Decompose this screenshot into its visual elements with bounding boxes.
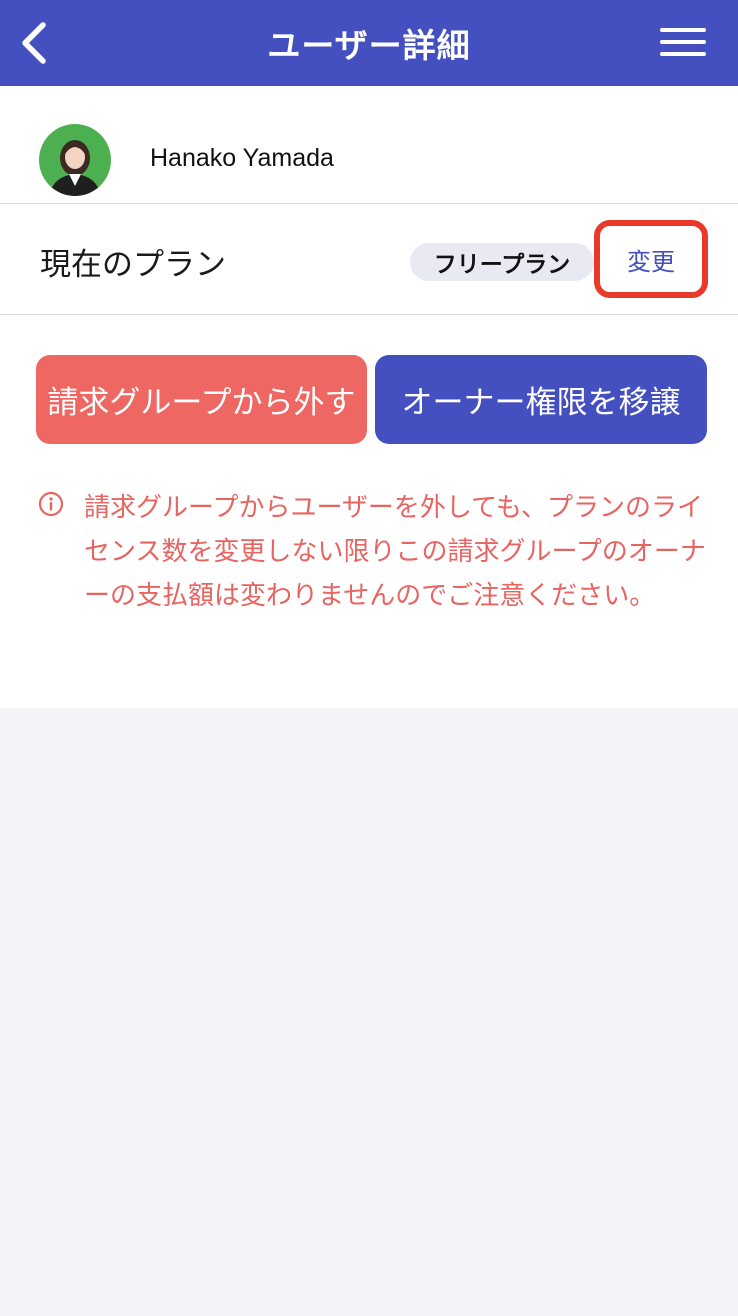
- avatar: [39, 124, 111, 196]
- remove-from-billing-group-button[interactable]: 請求グループから外す: [36, 355, 367, 444]
- chevron-left-icon: [22, 22, 46, 64]
- user-row: Hanako Yamada: [0, 86, 738, 204]
- user-name: Hanako Yamada: [150, 144, 334, 172]
- notice-text: 請求グループからユーザーを外しても、プランのライセンス数を変更しない限りこの請求…: [84, 493, 706, 611]
- change-plan-button[interactable]: 変更: [594, 220, 708, 298]
- current-plan-row: 現在のプラン フリープラン 変更: [0, 205, 738, 315]
- change-plan-label: 変更: [627, 247, 675, 276]
- plan-badge: フリープラン: [410, 243, 594, 281]
- app-header: ユーザー詳細: [0, 0, 738, 86]
- user-detail-card: Hanako Yamada 現在のプラン フリープラン 変更 請求グループから外…: [0, 86, 738, 708]
- transfer-ownership-button[interactable]: オーナー権限を移譲: [375, 355, 707, 444]
- menu-button[interactable]: [658, 24, 708, 60]
- info-circle-icon: [38, 491, 64, 517]
- back-button[interactable]: [14, 20, 54, 66]
- page-title: ユーザー詳細: [267, 26, 471, 65]
- hamburger-menu-icon: [660, 28, 706, 56]
- current-plan-label: 現在のプラン: [40, 247, 226, 283]
